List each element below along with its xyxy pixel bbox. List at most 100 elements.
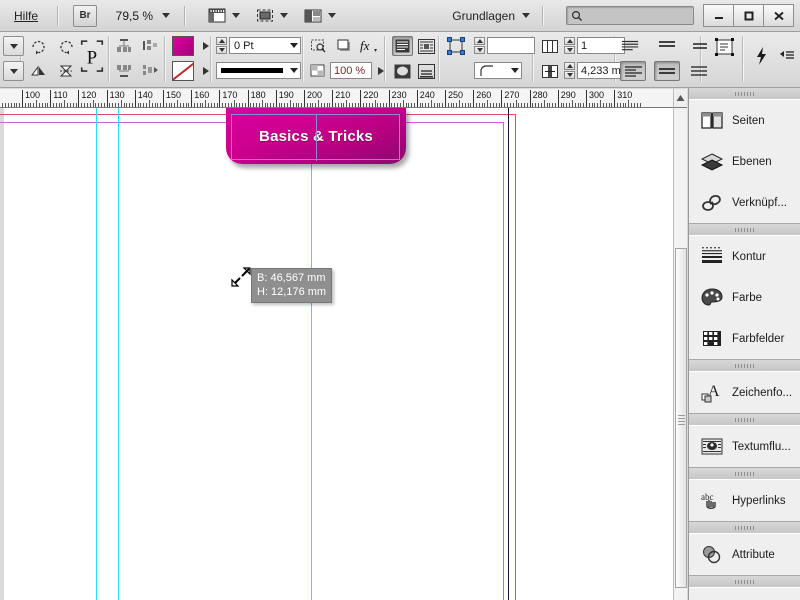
columns-field[interactable]: 1 xyxy=(577,37,625,54)
align-text-center-button[interactable] xyxy=(654,61,680,81)
stepper-down[interactable] xyxy=(564,71,575,79)
stepper-up[interactable] xyxy=(474,37,485,45)
stroke-weight-control[interactable]: 0 Pt xyxy=(216,37,301,54)
stroke-type-control[interactable] xyxy=(216,62,301,79)
gutter-control[interactable]: 4,233 m xyxy=(564,62,625,79)
flip-vertical-button[interactable] xyxy=(56,61,76,81)
rotate-cw-button[interactable] xyxy=(28,36,48,56)
selected-object[interactable]: Basics & Tricks xyxy=(226,108,406,170)
dock-group-grip[interactable] xyxy=(689,360,800,371)
horizontal-ruler[interactable]: 100 110 120 130 140 150 160 170 180 190 200 210 220 2… xyxy=(0,89,673,108)
corner-size-stepper[interactable] xyxy=(474,37,485,54)
vertical-scrollbar-thumb[interactable] xyxy=(675,248,687,588)
chevron-down-icon[interactable] xyxy=(280,13,289,18)
dock-item-farbe[interactable]: Farbe xyxy=(689,277,800,318)
opacity-control[interactable]: 100 % xyxy=(330,62,384,79)
stepper-up[interactable] xyxy=(216,37,227,45)
search-input[interactable] xyxy=(566,6,694,25)
align-bottom-button[interactable] xyxy=(114,61,134,81)
rotate-ccw-button[interactable] xyxy=(56,36,76,56)
dock-item-textumflu[interactable]: Textumflu... xyxy=(689,426,800,467)
stepper-down[interactable] xyxy=(216,46,227,54)
dock-item-tabelle[interactable]: Tabelle xyxy=(689,588,800,600)
dock-item-zeichenfo[interactable]: A Zeichenfo... xyxy=(689,372,800,413)
dock-group-grip[interactable] xyxy=(689,224,800,235)
chevron-down-icon[interactable] xyxy=(162,13,171,18)
dock-group-grip[interactable] xyxy=(689,576,800,587)
opacity-field[interactable]: 100 % xyxy=(330,62,372,79)
stroke-swatch-none[interactable] xyxy=(172,61,194,81)
number-of-columns-button[interactable] xyxy=(540,36,560,56)
dock-group-grip[interactable] xyxy=(689,468,800,479)
frame-fitting-button[interactable] xyxy=(308,36,328,56)
ruler-guide-2[interactable] xyxy=(118,108,119,600)
stepper-up[interactable] xyxy=(564,37,575,45)
reference-dropdown-bottom[interactable] xyxy=(3,61,24,81)
ruler-guide-3[interactable] xyxy=(311,108,312,600)
stroke-type-field[interactable] xyxy=(216,62,301,79)
stroke-color-control[interactable] xyxy=(172,61,209,81)
ruler-guide-1[interactable] xyxy=(96,108,97,600)
maximize-button[interactable] xyxy=(733,4,764,27)
stepper-down[interactable] xyxy=(474,46,485,54)
corner-size-field[interactable] xyxy=(487,37,535,54)
align-justify-left-button[interactable] xyxy=(620,36,640,56)
corner-shape-field[interactable] xyxy=(474,62,522,79)
text-frame-options-button[interactable] xyxy=(392,36,413,56)
gutter-stepper[interactable] xyxy=(564,62,575,79)
minimize-button[interactable] xyxy=(703,4,734,27)
close-button[interactable] xyxy=(763,4,794,27)
align-text-top-button[interactable] xyxy=(654,36,680,56)
ruler-scroll-up-button[interactable] xyxy=(673,89,687,108)
corner-size-control[interactable] xyxy=(474,37,535,54)
chevron-down-icon[interactable] xyxy=(232,13,241,18)
corner-select-button[interactable] xyxy=(444,36,468,56)
flip-horizontal-button[interactable] xyxy=(28,61,48,81)
corner-shape-control[interactable] xyxy=(474,62,522,79)
columns-control[interactable]: 1 xyxy=(564,37,625,54)
stroke-dropdown-arrow[interactable] xyxy=(203,67,209,75)
distribute-button[interactable] xyxy=(140,61,160,81)
chevron-down-icon[interactable] xyxy=(511,68,519,73)
stroke-weight-field[interactable]: 0 Pt xyxy=(229,37,301,54)
align-left-para-button[interactable] xyxy=(620,61,646,81)
quick-apply-button[interactable] xyxy=(752,46,772,66)
dock-item-attribute[interactable]: Attribute xyxy=(689,534,800,575)
workspace-switcher[interactable]: Grundlagen xyxy=(452,9,515,23)
stroke-weight-stepper[interactable] xyxy=(216,37,227,54)
columns-stepper[interactable] xyxy=(564,37,575,54)
baseline-align-button[interactable] xyxy=(416,61,436,81)
gutter-button[interactable] xyxy=(540,61,560,81)
dock-item-kontur[interactable]: Kontur xyxy=(689,236,800,277)
document-canvas[interactable]: Basics & Tricks B: 46,567 mm H: 12,176 m… xyxy=(0,108,673,600)
screen-display-control[interactable] xyxy=(254,6,289,26)
selection-frame[interactable] xyxy=(231,114,400,161)
fill-swatch[interactable] xyxy=(172,36,194,56)
panel-dock[interactable]: Seiten Ebenen Verknüpf... Kontur Farbe Farbfe… xyxy=(688,88,800,600)
arrange-documents-control[interactable] xyxy=(302,6,337,26)
dock-item-hyperlinks[interactable]: abc Hyperlinks xyxy=(689,480,800,521)
text-wrap-button[interactable] xyxy=(416,36,436,56)
dock-group-grip[interactable] xyxy=(689,414,800,425)
screen-mode-control[interactable] xyxy=(206,6,241,26)
drop-shadow-button[interactable] xyxy=(334,36,354,56)
fill-dropdown-arrow[interactable] xyxy=(203,42,209,50)
fill-color-control[interactable] xyxy=(172,36,209,56)
chevron-down-icon[interactable] xyxy=(328,13,337,18)
effects-button[interactable]: fx xyxy=(358,36,378,56)
opacity-dropdown-arrow[interactable] xyxy=(378,66,384,75)
reference-dropdown-top[interactable] xyxy=(3,36,24,56)
chevron-down-icon[interactable] xyxy=(290,68,298,73)
chevron-down-icon[interactable] xyxy=(290,43,298,48)
dock-item-farbfelder[interactable]: Farbfelder xyxy=(689,318,800,359)
vertical-scrollbar[interactable] xyxy=(673,108,687,600)
transparency-button[interactable] xyxy=(308,61,328,81)
bridge-button[interactable]: Br xyxy=(73,4,98,27)
align-top-button[interactable] xyxy=(114,36,134,56)
dock-group-grip[interactable] xyxy=(689,522,800,533)
stepper-up[interactable] xyxy=(564,62,575,70)
align-text-right-button[interactable] xyxy=(686,36,712,56)
align-left-button[interactable] xyxy=(140,36,160,56)
chevron-down-icon[interactable] xyxy=(522,13,530,18)
menu-item-hilfe[interactable]: Hilfe xyxy=(0,9,50,23)
